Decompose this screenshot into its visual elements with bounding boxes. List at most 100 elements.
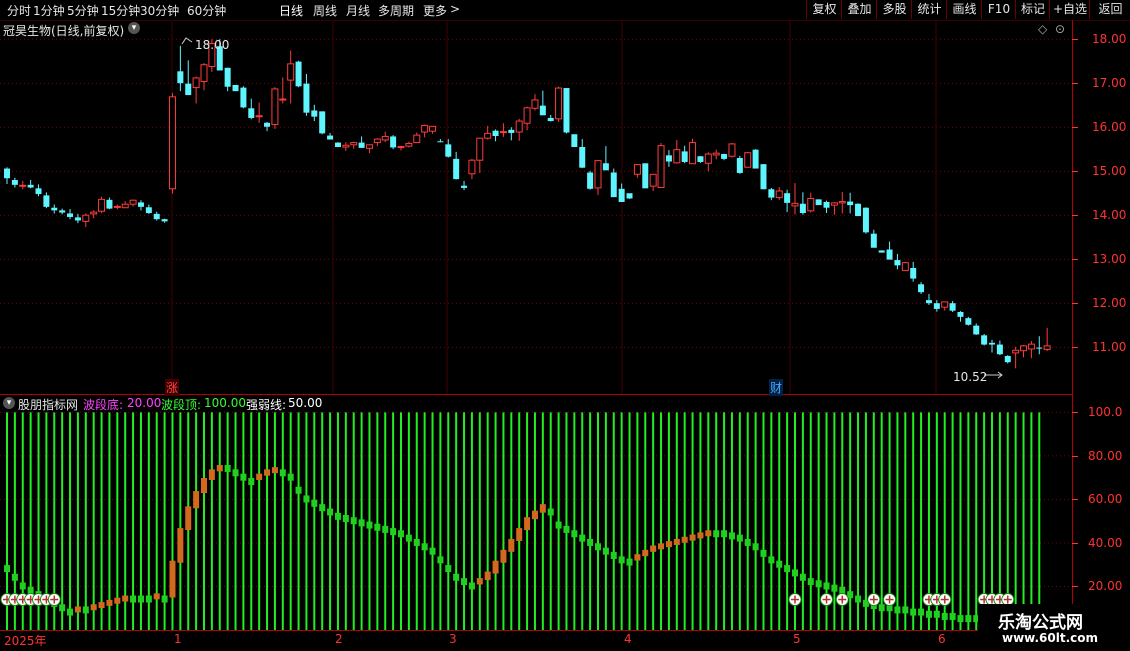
indicator-point [295, 486, 302, 494]
price-tick-6: 12.00 [1092, 296, 1127, 311]
stock-title: 冠昊生物(日线,前复权) [3, 24, 125, 38]
indicator-point [634, 554, 641, 561]
ind-tick-3: 40.00 [1088, 535, 1123, 550]
candle [287, 50, 295, 104]
candle [610, 168, 617, 198]
candle-body [712, 152, 720, 156]
candle [760, 164, 767, 190]
toolbar-button-4[interactable]: 画线 [946, 0, 982, 19]
badge-rise[interactable]: 涨 [165, 379, 180, 396]
candle-body [327, 135, 334, 140]
toolbar-button-5[interactable]: F10 [981, 0, 1016, 19]
candle [996, 340, 1003, 356]
indicator-point [421, 543, 428, 551]
candle [587, 170, 594, 190]
candle-body [248, 108, 255, 118]
candle-body [918, 284, 925, 293]
timeframe-tab-1[interactable]: 1分钟 [33, 2, 65, 19]
badge-finance[interactable]: 财 [769, 379, 784, 396]
timeframe-tab-6[interactable]: 日线 [279, 2, 303, 19]
candlestick-chart[interactable] [0, 20, 1072, 394]
indicator-chart[interactable] [0, 395, 1072, 630]
indicator-point [461, 578, 468, 586]
settings-circle-icon[interactable]: ⊙ [1055, 22, 1065, 36]
candle-body [989, 342, 995, 345]
candle-body [137, 202, 144, 207]
candle [728, 143, 736, 158]
candle [807, 192, 815, 213]
more-arrow-icon[interactable]: > [450, 2, 460, 16]
candle-body [453, 158, 460, 180]
indicator-chevron-icon[interactable]: ▾ [3, 397, 15, 409]
candle-body [996, 344, 1003, 355]
candle-body [232, 84, 239, 92]
x-label-jan: 1 [174, 632, 182, 646]
indicator-point [587, 538, 594, 546]
candle [358, 136, 365, 148]
candle [633, 164, 641, 178]
candle [681, 145, 688, 164]
candle-body [547, 117, 554, 122]
timeframe-tab-4[interactable]: 30分钟 [140, 2, 179, 19]
candle-body [515, 120, 523, 133]
indicator-point [910, 608, 917, 616]
indicator-point [595, 543, 601, 551]
indicator-point [563, 525, 570, 533]
indicator-point [185, 506, 192, 531]
indicator-point [145, 595, 152, 603]
indicator-point [216, 464, 223, 472]
candle [295, 60, 302, 88]
top-toolbar: 分时 1分钟 5分钟 15分钟 30分钟 60分钟 日线 周线 月线 多周期 更多 > 复权 叠加 多股 统计… [0, 0, 1130, 21]
diamond-icon[interactable]: ◇ [1038, 22, 1047, 36]
candle-body [633, 164, 641, 175]
indicator-point [130, 595, 137, 603]
candle-body [594, 160, 602, 189]
indicator-point [122, 595, 129, 602]
timeframe-tab-3[interactable]: 15分钟 [101, 2, 140, 19]
indicator-point [531, 510, 538, 520]
toolbar-button-3[interactable]: 统计 [911, 0, 947, 19]
toolbar-button-8[interactable]: 返回 [1089, 0, 1130, 19]
candle-body [981, 335, 988, 345]
indicator-point [27, 586, 34, 594]
toolbar-button-0[interactable]: 复权 [806, 0, 842, 19]
ind-tick-mark [1072, 586, 1078, 588]
toolbar-button-6[interactable]: 标记 [1015, 0, 1050, 19]
indicator-point [264, 469, 271, 476]
timeframe-tab-8[interactable]: 月线 [346, 2, 370, 19]
timeframe-tab-0[interactable]: 分时 [7, 2, 31, 19]
indicator-point [429, 547, 436, 555]
candle-body [161, 219, 168, 222]
candle-body [461, 185, 468, 188]
bottom-signal-marker [820, 593, 834, 607]
timeframe-tab-7[interactable]: 周线 [313, 2, 337, 19]
candle [949, 301, 956, 312]
candle [437, 139, 444, 143]
candle-body [129, 199, 137, 205]
candle-body [113, 205, 121, 208]
chevron-down-icon[interactable]: ▾ [128, 22, 140, 34]
candle [106, 197, 113, 210]
x-label-mar: 3 [449, 632, 457, 646]
timeframe-tab-9[interactable]: 多周期 [378, 2, 414, 19]
timeframe-tab-2[interactable]: 5分钟 [67, 2, 99, 19]
ind-tick-0: 100.0 [1088, 405, 1123, 420]
candle-body [255, 115, 263, 118]
candle [744, 151, 752, 168]
indicator-point [137, 595, 144, 603]
indicator-point [571, 530, 578, 538]
candle-body [287, 63, 295, 81]
toolbar-button-1[interactable]: 叠加 [841, 0, 877, 19]
toolbar-button-7[interactable]: +自选 [1049, 0, 1090, 19]
candle [224, 67, 231, 92]
candle [689, 138, 697, 165]
candle [342, 142, 350, 151]
toolbar-button-2[interactable]: 多股 [876, 0, 912, 19]
candle-body [224, 67, 231, 87]
timeframe-tab-5[interactable]: 60分钟 [187, 2, 226, 19]
timeframe-tab-10[interactable]: 更多 [423, 2, 447, 19]
high-arrow [181, 37, 193, 45]
candle-body [59, 210, 66, 213]
watermark-logo: 乐淘公式网 www.60lt.com [978, 604, 1130, 650]
candle [390, 135, 397, 150]
